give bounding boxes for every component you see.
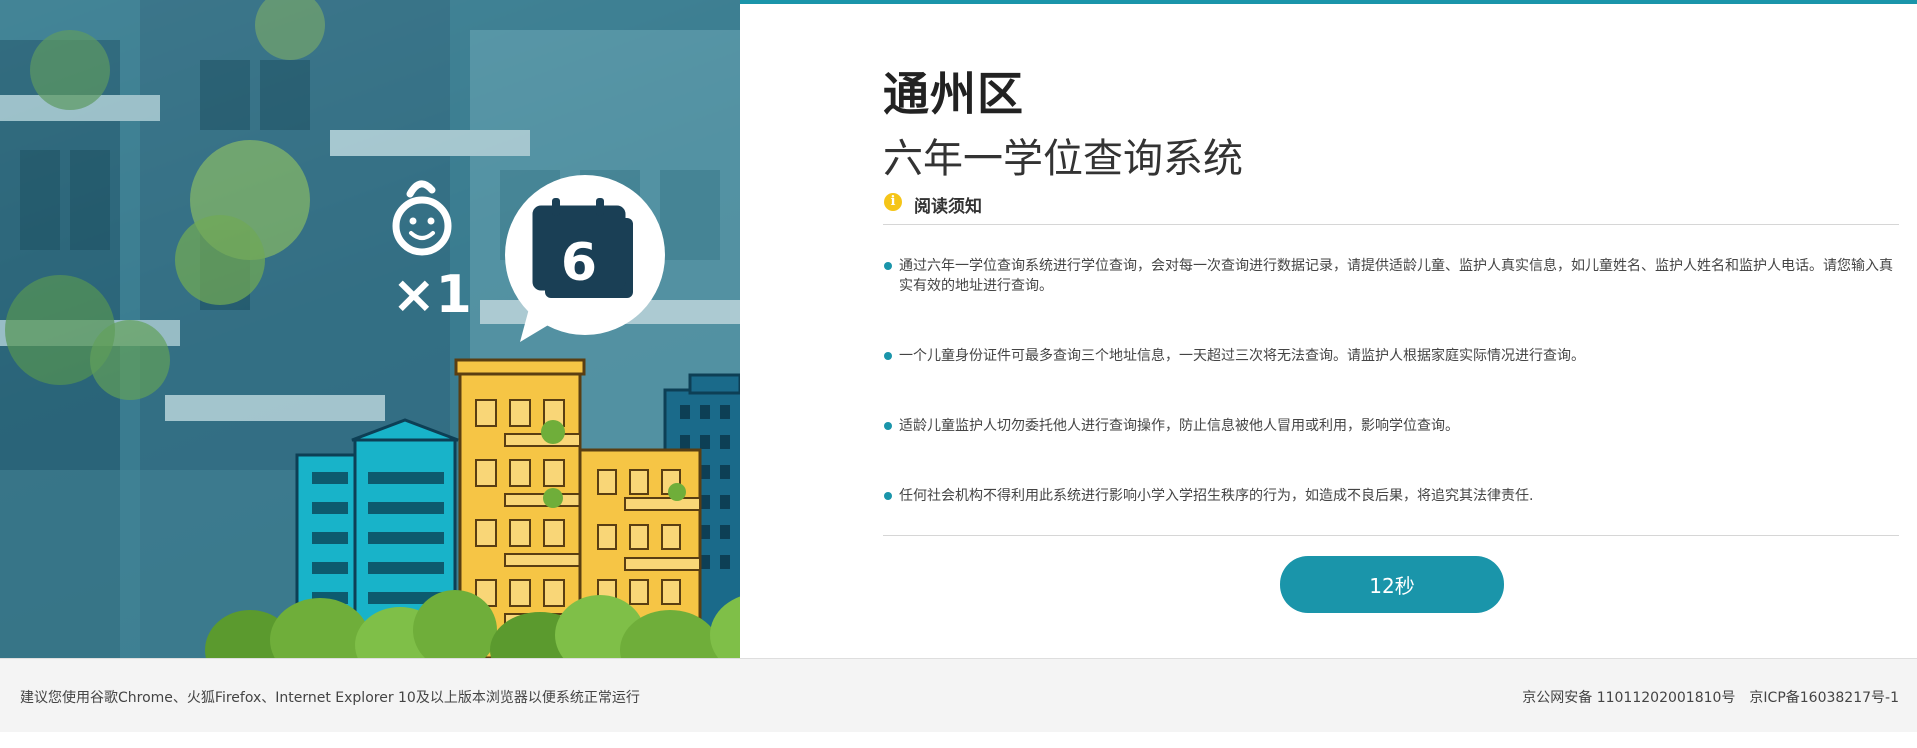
page-subtitle: 六年一学位查询系统 <box>883 136 1243 182</box>
page-title: 通州区 <box>883 67 1024 121</box>
bullet-icon <box>884 352 892 360</box>
browser-tip: 建议您使用谷歌Chrome、火狐Firefox、Internet Explore… <box>20 690 640 706</box>
calendar-number: 6 <box>561 233 597 293</box>
notice-header: i 阅读须知 <box>883 192 1899 225</box>
info-icon: i <box>884 193 902 211</box>
calendar-icon: 6 <box>532 198 633 298</box>
footer: 建议您使用谷歌Chrome、火狐Firefox、Internet Explore… <box>0 658 1917 732</box>
notice-title: 阅读须知 <box>914 197 982 217</box>
icp-record: 京ICP备16038217号-1 <box>1749 690 1899 706</box>
record-info: 京公网安备 11011202001810号 京ICP备16038217号-1 <box>1522 687 1899 707</box>
notice-item-text: 适龄儿童监护人切勿委托他人进行查询操作，防止信息被他人冒用或利用，影响学位查询。 <box>899 418 1459 434</box>
notice-item-text: 一个儿童身份证件可最多查询三个地址信息，一天超过三次将无法查询。请监护人根据家庭… <box>899 348 1585 364</box>
countdown-button[interactable]: 12秒 <box>1280 556 1504 613</box>
bullet-icon <box>884 422 892 430</box>
bullet-icon <box>884 262 892 270</box>
police-record: 京公网安备 11011202001810号 <box>1522 690 1736 706</box>
times-one-label: ×1 <box>392 265 472 325</box>
notice-item: 任何社会机构不得利用此系统进行影响小学入学招生秩序的行为，如造成不良后果，将追究… <box>883 486 1899 506</box>
hero-scene: ×1 6 <box>0 0 740 658</box>
notice-item-text: 任何社会机构不得利用此系统进行影响小学入学招生秩序的行为，如造成不良后果，将追究… <box>899 488 1534 504</box>
section-divider <box>883 535 1899 536</box>
notice-item: 适龄儿童监护人切勿委托他人进行查询操作，防止信息被他人冒用或利用，影响学位查询。 <box>883 416 1899 436</box>
notice-item-text: 通过六年一学位查询系统进行学位查询，会对每一次查询进行数据记录，请提供适龄儿童、… <box>899 258 1893 294</box>
bullet-icon <box>884 492 892 500</box>
notice-item: 通过六年一学位查询系统进行学位查询，会对每一次查询进行数据记录，请提供适龄儿童、… <box>883 256 1899 296</box>
hero-illustration: ×1 6 <box>0 0 740 658</box>
notice-item: 一个儿童身份证件可最多查询三个地址信息，一天超过三次将无法查询。请监护人根据家庭… <box>883 346 1899 366</box>
